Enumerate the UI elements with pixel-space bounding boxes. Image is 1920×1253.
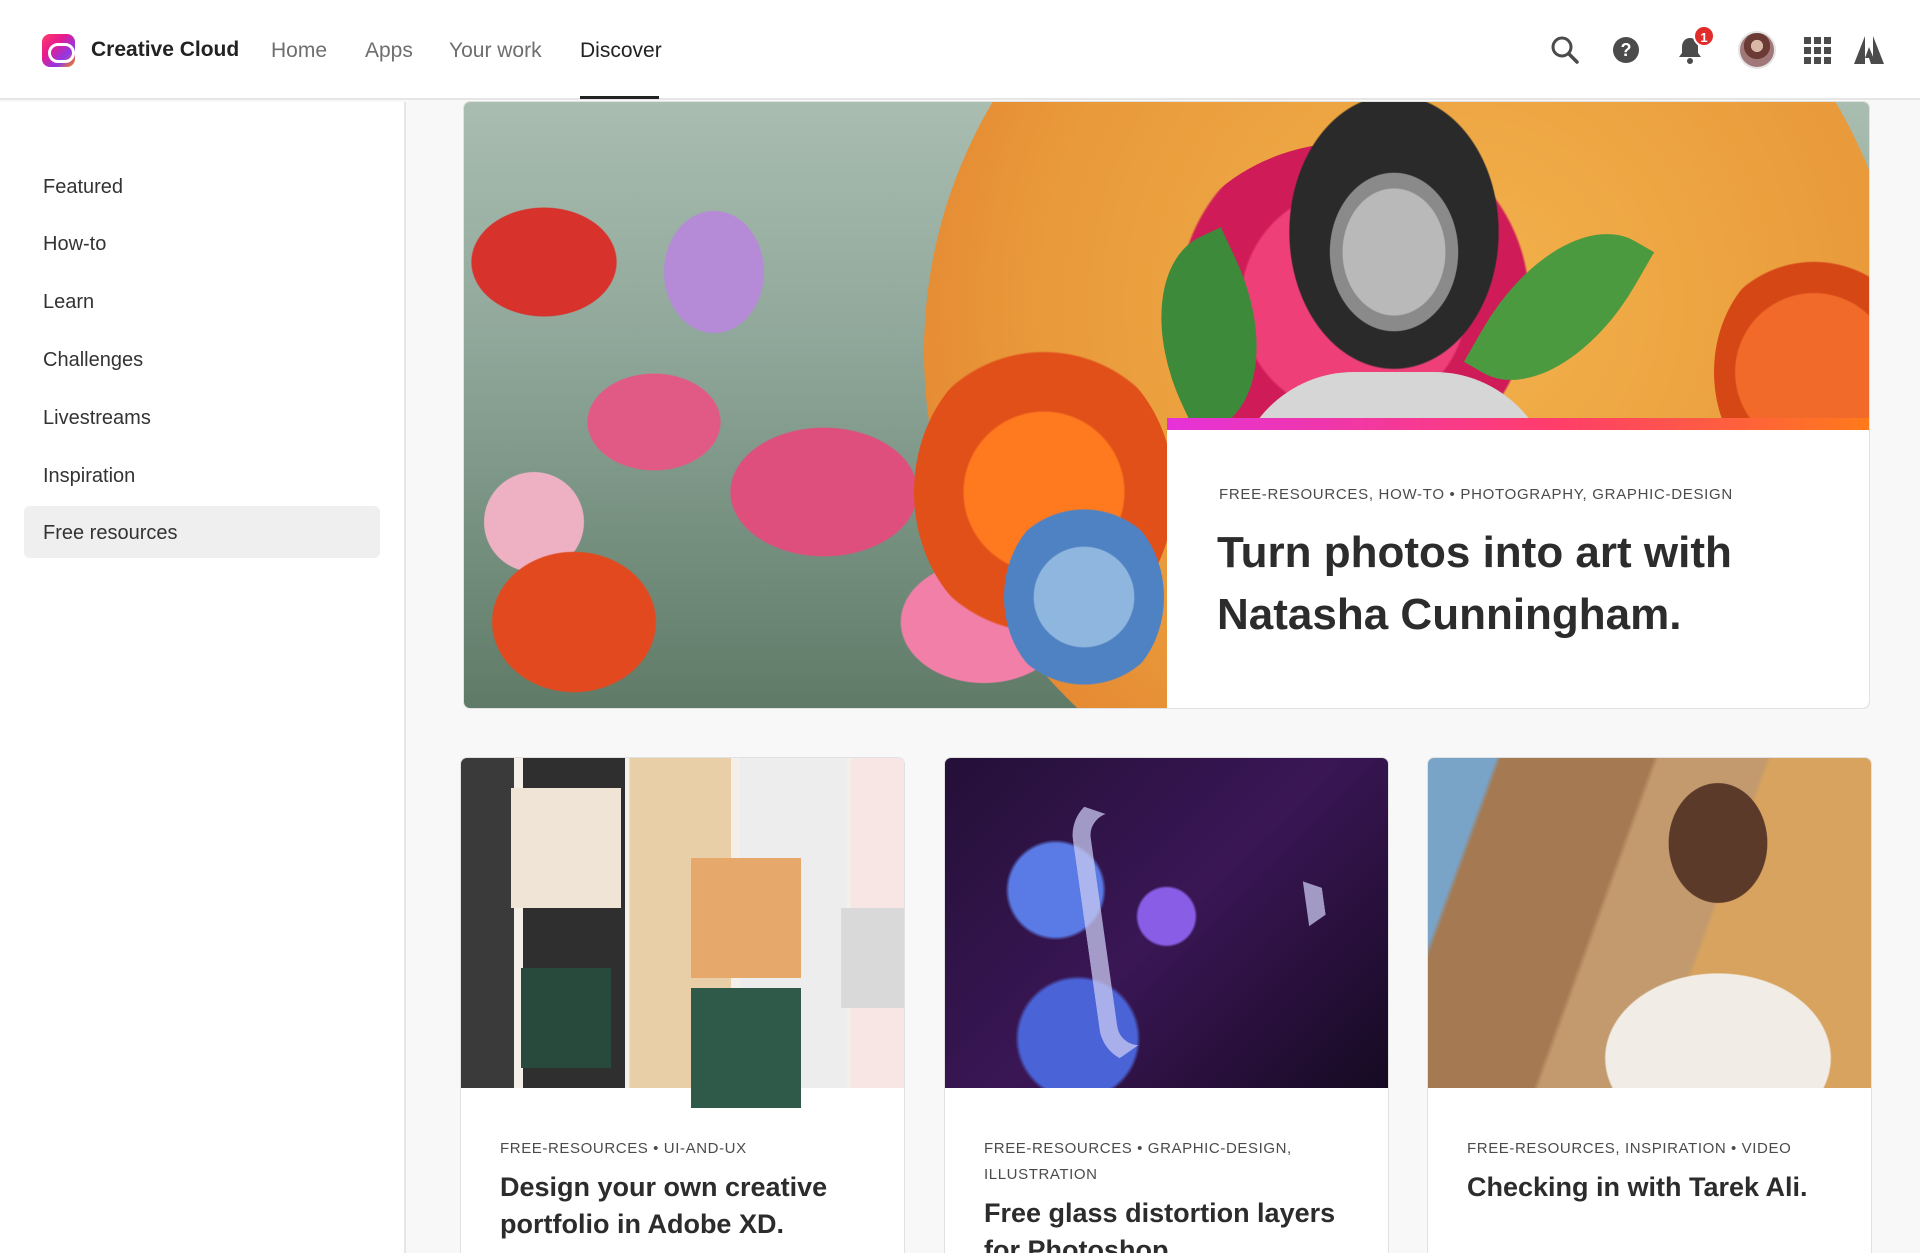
hero-tags: FREE-RESOURCES, HOW-TO • PHOTOGRAPHY, GR…: [1219, 486, 1733, 503]
notification-badge: 1: [1693, 25, 1715, 47]
nav-home[interactable]: Home: [271, 39, 327, 63]
card-title[interactable]: Free glass distortion layers for Photosh…: [984, 1195, 1364, 1253]
card-image-tarek-portrait: [1428, 758, 1871, 1088]
sidebar-item-free-resources[interactable]: Free resources: [43, 522, 178, 545]
card-title[interactable]: Design your own creative portfolio in Ad…: [500, 1169, 880, 1243]
apps-grid-icon[interactable]: [1800, 33, 1834, 67]
active-nav-indicator: [580, 96, 659, 99]
sidebar-item-challenges[interactable]: Challenges: [43, 349, 143, 372]
article-card-tarek-ali[interactable]: FREE-RESOURCES, INSPIRATION • VIDEO Chec…: [1428, 758, 1871, 1253]
sidebar-item-livestreams[interactable]: Livestreams: [43, 407, 151, 430]
help-icon[interactable]: ?: [1609, 33, 1643, 67]
sidebar-item-learn[interactable]: Learn: [43, 291, 94, 314]
sidebar-item-how-to[interactable]: How-to: [43, 233, 106, 256]
card-tags: FREE-RESOURCES • UI-AND-UX: [500, 1140, 747, 1157]
article-card-portfolio[interactable]: FREE-RESOURCES • UI-AND-UX Design your o…: [461, 758, 904, 1253]
avatar[interactable]: [1738, 31, 1776, 69]
brand-name[interactable]: Creative Cloud: [91, 38, 239, 62]
nav-apps[interactable]: Apps: [365, 39, 413, 63]
card-image-portfolio-templates: [461, 758, 904, 1088]
hero-accent-bar: [1167, 418, 1869, 430]
card-image-glass-play: [945, 758, 1388, 1088]
nav-your-work[interactable]: Your work: [449, 39, 542, 63]
card-tags: FREE-RESOURCES • GRAPHIC-DESIGN, ILLUSTR…: [984, 1140, 1292, 1183]
search-icon[interactable]: [1548, 33, 1582, 67]
glass-play-icon: [1067, 768, 1342, 1069]
sidebar-item-featured[interactable]: Featured: [43, 176, 123, 199]
adobe-logo-icon[interactable]: [1852, 33, 1886, 67]
hero-blue-flower: [1004, 502, 1164, 692]
nav-discover[interactable]: Discover: [580, 39, 662, 63]
sidebar: Featured How-to Learn Challenges Livestr…: [0, 102, 406, 1253]
hero-title[interactable]: Turn photos into art with Natasha Cunnin…: [1217, 522, 1837, 646]
hero-text-panel: FREE-RESOURCES, HOW-TO • PHOTOGRAPHY, GR…: [1167, 418, 1869, 708]
hero-feature-card[interactable]: FREE-RESOURCES, HOW-TO • PHOTOGRAPHY, GR…: [464, 102, 1869, 708]
hero-portrait: [1264, 102, 1524, 432]
card-tags: FREE-RESOURCES, INSPIRATION • VIDEO: [1467, 1140, 1792, 1157]
svg-text:?: ?: [1621, 40, 1632, 60]
article-card-glass-distortion[interactable]: FREE-RESOURCES • GRAPHIC-DESIGN, ILLUSTR…: [945, 758, 1388, 1253]
top-header: Creative Cloud Home Apps Your work Disco…: [0, 0, 1920, 100]
sidebar-item-inspiration[interactable]: Inspiration: [43, 465, 135, 488]
creative-cloud-logo-icon[interactable]: [42, 34, 75, 67]
card-title[interactable]: Checking in with Tarek Ali.: [1467, 1169, 1847, 1206]
